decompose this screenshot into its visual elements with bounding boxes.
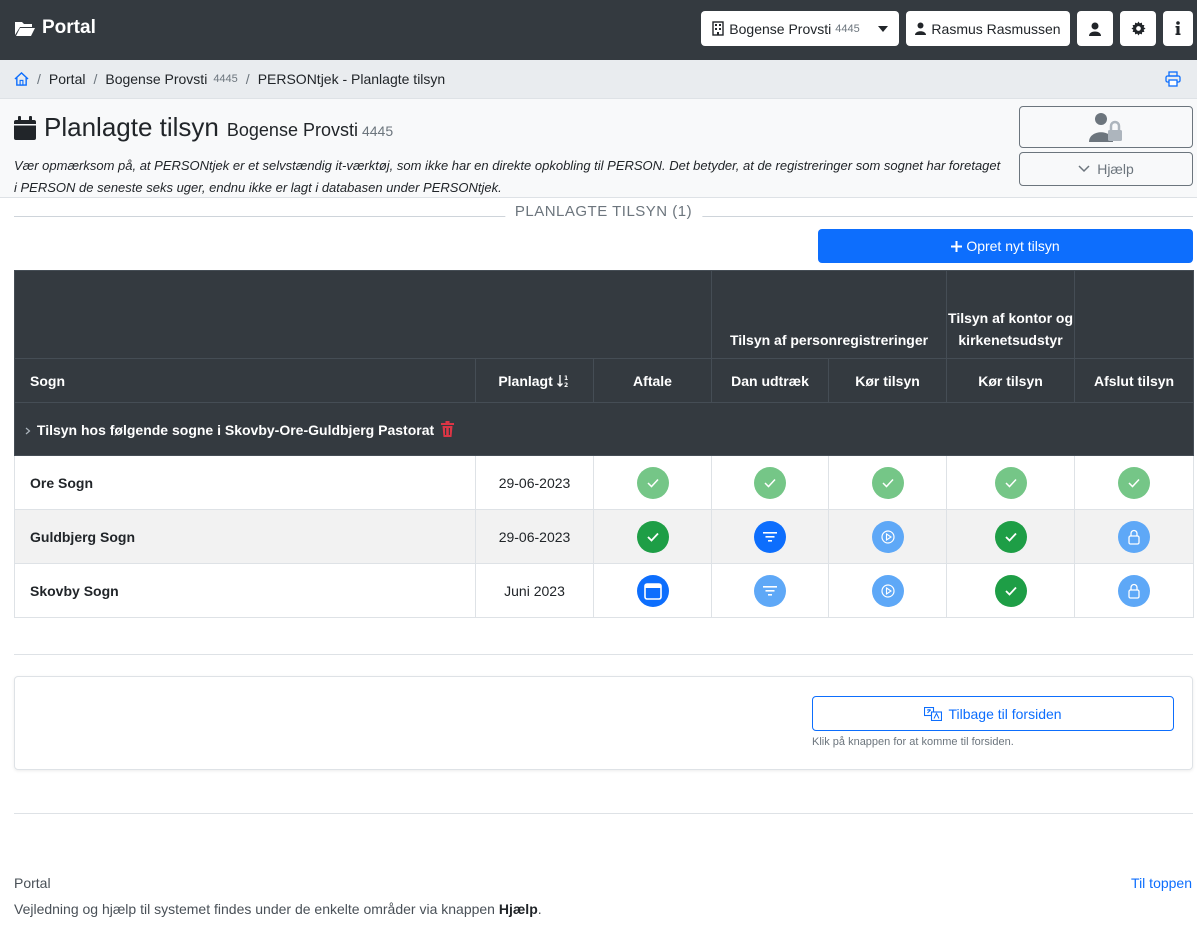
provsti-name: Bogense Provsti bbox=[729, 20, 832, 37]
print-icon[interactable] bbox=[1165, 71, 1181, 87]
section-heading: PLANLAGTE TILSYN (1) bbox=[14, 200, 1193, 224]
create-label: Opret nyt tilsyn bbox=[966, 238, 1060, 254]
col-aftale: Aftale bbox=[592, 358, 713, 403]
divider bbox=[14, 813, 1193, 814]
cell-planlagt: 29-06-2023 bbox=[475, 509, 594, 564]
breadcrumb-provsti[interactable]: Bogense Provsti bbox=[105, 71, 207, 87]
inspections-table: Tilsyn af personregistreringer Tilsyn af… bbox=[13, 270, 1195, 618]
col-sogn: Sogn bbox=[14, 358, 476, 403]
to-top-link[interactable]: Til toppen bbox=[1131, 875, 1192, 891]
run-office-done-icon bbox=[994, 466, 1027, 499]
brand-text: Portal bbox=[42, 17, 96, 38]
page-header: Planlagte tilsyn Bogense Provsti 4445 Vær… bbox=[0, 99, 1197, 198]
header-spacer bbox=[13, 270, 713, 359]
language-icon bbox=[924, 706, 943, 721]
user-icon bbox=[1089, 22, 1101, 36]
plus-icon bbox=[951, 240, 963, 252]
info-button[interactable] bbox=[1163, 11, 1193, 46]
filter-icon[interactable] bbox=[754, 520, 787, 553]
subtitle-name: Bogense Provsti bbox=[226, 120, 358, 140]
footer-text: Vejledning og hjælp til systemet findes … bbox=[14, 901, 542, 917]
footer-text-end: . bbox=[537, 901, 542, 917]
breadcrumb-portal[interactable]: Portal bbox=[49, 71, 86, 87]
help-toggle-button[interactable]: Hjælp bbox=[1019, 152, 1193, 186]
trash-icon[interactable] bbox=[441, 420, 455, 437]
notice-text: Vær opmærksom på, at PERSONtjek er et se… bbox=[14, 158, 1001, 195]
office-check-icon[interactable] bbox=[994, 520, 1027, 553]
info-icon bbox=[1175, 21, 1181, 35]
office-check-icon[interactable] bbox=[994, 574, 1027, 607]
back-help-text: Klik på knappen for at komme til forside… bbox=[812, 736, 1014, 748]
calendar-icon bbox=[14, 115, 36, 140]
user-name: Rasmus Rasmussen bbox=[931, 20, 1061, 37]
col-planlagt-label: Planlagt bbox=[498, 372, 553, 389]
folder-open-icon bbox=[15, 22, 35, 36]
run-person-done-icon bbox=[871, 466, 904, 499]
play-icon[interactable] bbox=[871, 520, 904, 553]
subtitle-number: 4445 bbox=[361, 123, 394, 139]
col-afslut: Afslut tilsyn bbox=[1074, 358, 1195, 403]
cell-planlagt: 29-06-2023 bbox=[475, 455, 594, 510]
provsti-number: 4445 bbox=[835, 22, 860, 35]
help-label: Hjælp bbox=[1097, 161, 1134, 177]
lock-icon[interactable] bbox=[1118, 574, 1151, 607]
col-koer-tilsyn-office: Kør tilsyn bbox=[946, 358, 1076, 403]
udtraek-done-icon bbox=[754, 466, 787, 499]
table-row: Ore Sogn 29-06-2023 bbox=[14, 455, 1195, 510]
svg-text:2: 2 bbox=[564, 382, 568, 388]
filter-icon[interactable] bbox=[754, 574, 787, 607]
footer-name: Portal bbox=[14, 875, 51, 891]
group-header-office: Tilsyn af kontor og kirkenetsudstyr bbox=[946, 270, 1076, 359]
user-lock-button[interactable] bbox=[1019, 106, 1193, 148]
afslut-done-icon bbox=[1118, 466, 1151, 499]
chevron-down-icon bbox=[1078, 165, 1090, 173]
user-button[interactable]: Rasmus Rasmussen bbox=[906, 11, 1070, 46]
page-title: Planlagte tilsyn bbox=[44, 112, 219, 142]
col-planlagt[interactable]: Planlagt 12 bbox=[475, 358, 594, 403]
back-card: Tilbage til forsiden Klik på knappen for… bbox=[14, 676, 1193, 770]
create-inspection-button[interactable]: Opret nyt tilsyn bbox=[818, 229, 1193, 263]
section-label: PLANLAGTE TILSYN (1) bbox=[504, 203, 703, 220]
provsti-dropdown[interactable]: Bogense Provsti 4445 bbox=[701, 11, 899, 46]
calendar-icon[interactable] bbox=[636, 574, 669, 607]
user-lock-icon bbox=[1089, 113, 1122, 142]
breadcrumb: / Portal / Bogense Provsti 4445 / PERSON… bbox=[0, 60, 1197, 99]
svg-text:1: 1 bbox=[564, 375, 568, 382]
settings-button[interactable] bbox=[1120, 11, 1156, 46]
cell-sogn: Guldbjerg Sogn bbox=[14, 509, 476, 564]
profile-button[interactable] bbox=[1077, 11, 1113, 46]
back-to-home-button[interactable]: Tilbage til forsiden bbox=[812, 696, 1174, 731]
pastorat-group-label: Tilsyn hos følgende sogne i Skovby-Ore-G… bbox=[36, 421, 435, 438]
building-icon bbox=[712, 21, 724, 36]
home-icon[interactable] bbox=[14, 72, 29, 86]
group-header-person: Tilsyn af personregistreringer bbox=[711, 270, 948, 359]
col-koer-tilsyn-person: Kør tilsyn bbox=[828, 358, 948, 403]
table-row: Guldbjerg Sogn 29-06-2023 bbox=[14, 509, 1195, 564]
brand-link[interactable]: Portal bbox=[14, 17, 96, 39]
breadcrumb-provsti-number: 4445 bbox=[213, 73, 238, 85]
breadcrumb-current: PERSONtjek - Planlagte tilsyn bbox=[257, 71, 446, 87]
footer-text-main: Vejledning og hjælp til systemet findes … bbox=[14, 901, 495, 917]
gear-icon bbox=[1130, 21, 1146, 36]
caret-down-icon bbox=[877, 25, 888, 32]
footer-text-bold: Hjælp bbox=[498, 901, 538, 917]
play-icon[interactable] bbox=[871, 574, 904, 607]
chevron-right-icon bbox=[25, 427, 31, 434]
user-icon bbox=[915, 22, 927, 35]
pastorat-group-row[interactable]: Tilsyn hos følgende sogne i Skovby-Ore-G… bbox=[13, 402, 1195, 456]
back-button-label: Tilbage til forsiden bbox=[948, 705, 1062, 722]
aftale-done-icon bbox=[636, 466, 669, 499]
col-dan-udtraek: Dan udtræk bbox=[711, 358, 830, 403]
divider bbox=[14, 654, 1193, 655]
sort-asc-icon: 12 bbox=[556, 374, 568, 389]
top-navbar: Portal Bogense Provsti 4445 Rasmus Rasmu… bbox=[0, 0, 1197, 60]
table-row: Skovby Sogn Juni 2023 bbox=[14, 563, 1195, 618]
cell-sogn: Ore Sogn bbox=[14, 455, 476, 510]
cell-sogn: Skovby Sogn bbox=[14, 563, 476, 618]
lock-icon[interactable] bbox=[1118, 520, 1151, 553]
aftale-check-icon[interactable] bbox=[636, 520, 669, 553]
cell-planlagt: Juni 2023 bbox=[475, 563, 594, 618]
page-subtitle: Bogense Provsti 4445 bbox=[227, 120, 393, 141]
header-spacer-end bbox=[1074, 270, 1195, 359]
